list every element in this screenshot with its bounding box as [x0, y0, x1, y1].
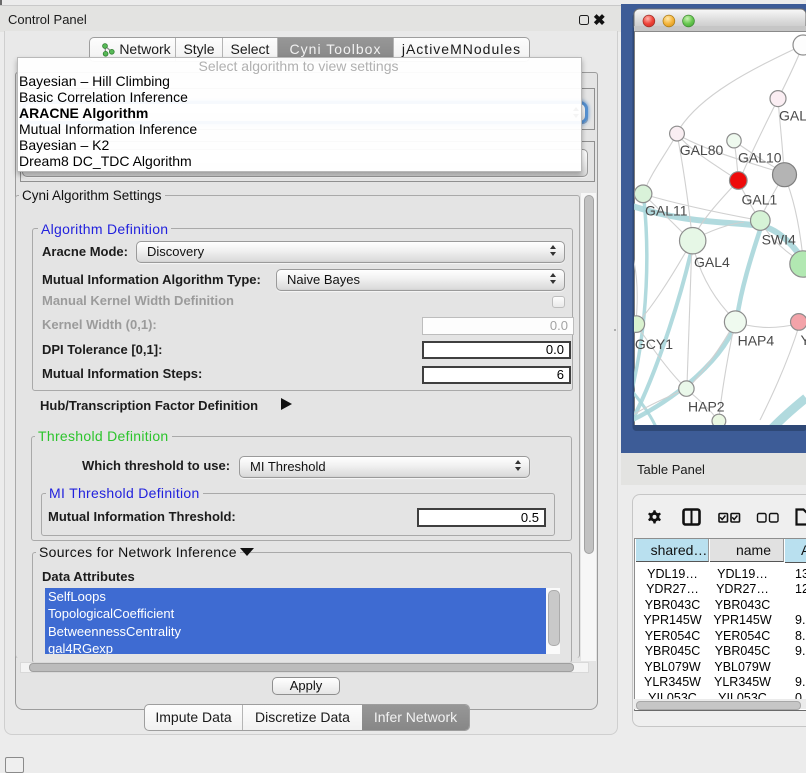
svg-text:GAL11: GAL11	[645, 203, 688, 219]
svg-text:GAL80: GAL80	[680, 142, 724, 158]
svg-text:GCY1: GCY1	[635, 336, 673, 352]
svg-text:HAP2: HAP2	[688, 398, 725, 414]
svg-text:Y: Y	[801, 332, 806, 348]
svg-text:GAL7: GAL7	[779, 108, 806, 124]
svg-text:GAL1: GAL1	[742, 191, 778, 207]
svg-text:GAL4: GAL4	[694, 254, 730, 270]
svg-text:GAL10: GAL10	[738, 150, 782, 166]
svg-text:SWI4: SWI4	[762, 231, 796, 247]
svg-text:HAP4: HAP4	[738, 333, 775, 349]
